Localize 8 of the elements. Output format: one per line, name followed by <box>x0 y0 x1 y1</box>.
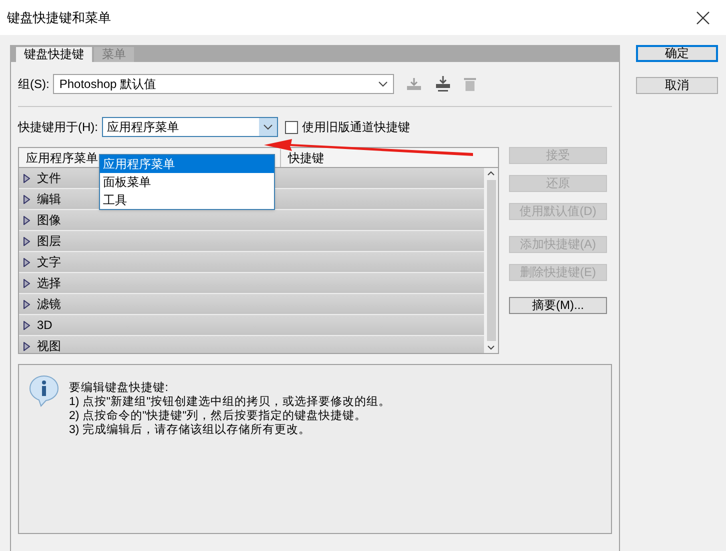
info-text: 3) 完成编辑后，请存储该组以存储所有更改。 <box>69 423 312 437</box>
window-title: 键盘快捷键和菜单 <box>7 8 111 27</box>
group-label: 组(S): <box>18 76 50 93</box>
info-text: 2) 点按命令的"快捷键"列，然后按要指定的键盘快捷键。 <box>69 409 368 423</box>
shortcuts-for-label: 快捷键用于(H): <box>18 119 98 136</box>
legacy-checkbox-label: 使用旧版通道快捷键 <box>302 119 410 136</box>
info-text: 要编辑键盘快捷键: <box>69 381 170 395</box>
info-text: 1) 点按"新建组"按钮创建选中组的拷贝，或选择要修改的组。 <box>69 395 391 409</box>
